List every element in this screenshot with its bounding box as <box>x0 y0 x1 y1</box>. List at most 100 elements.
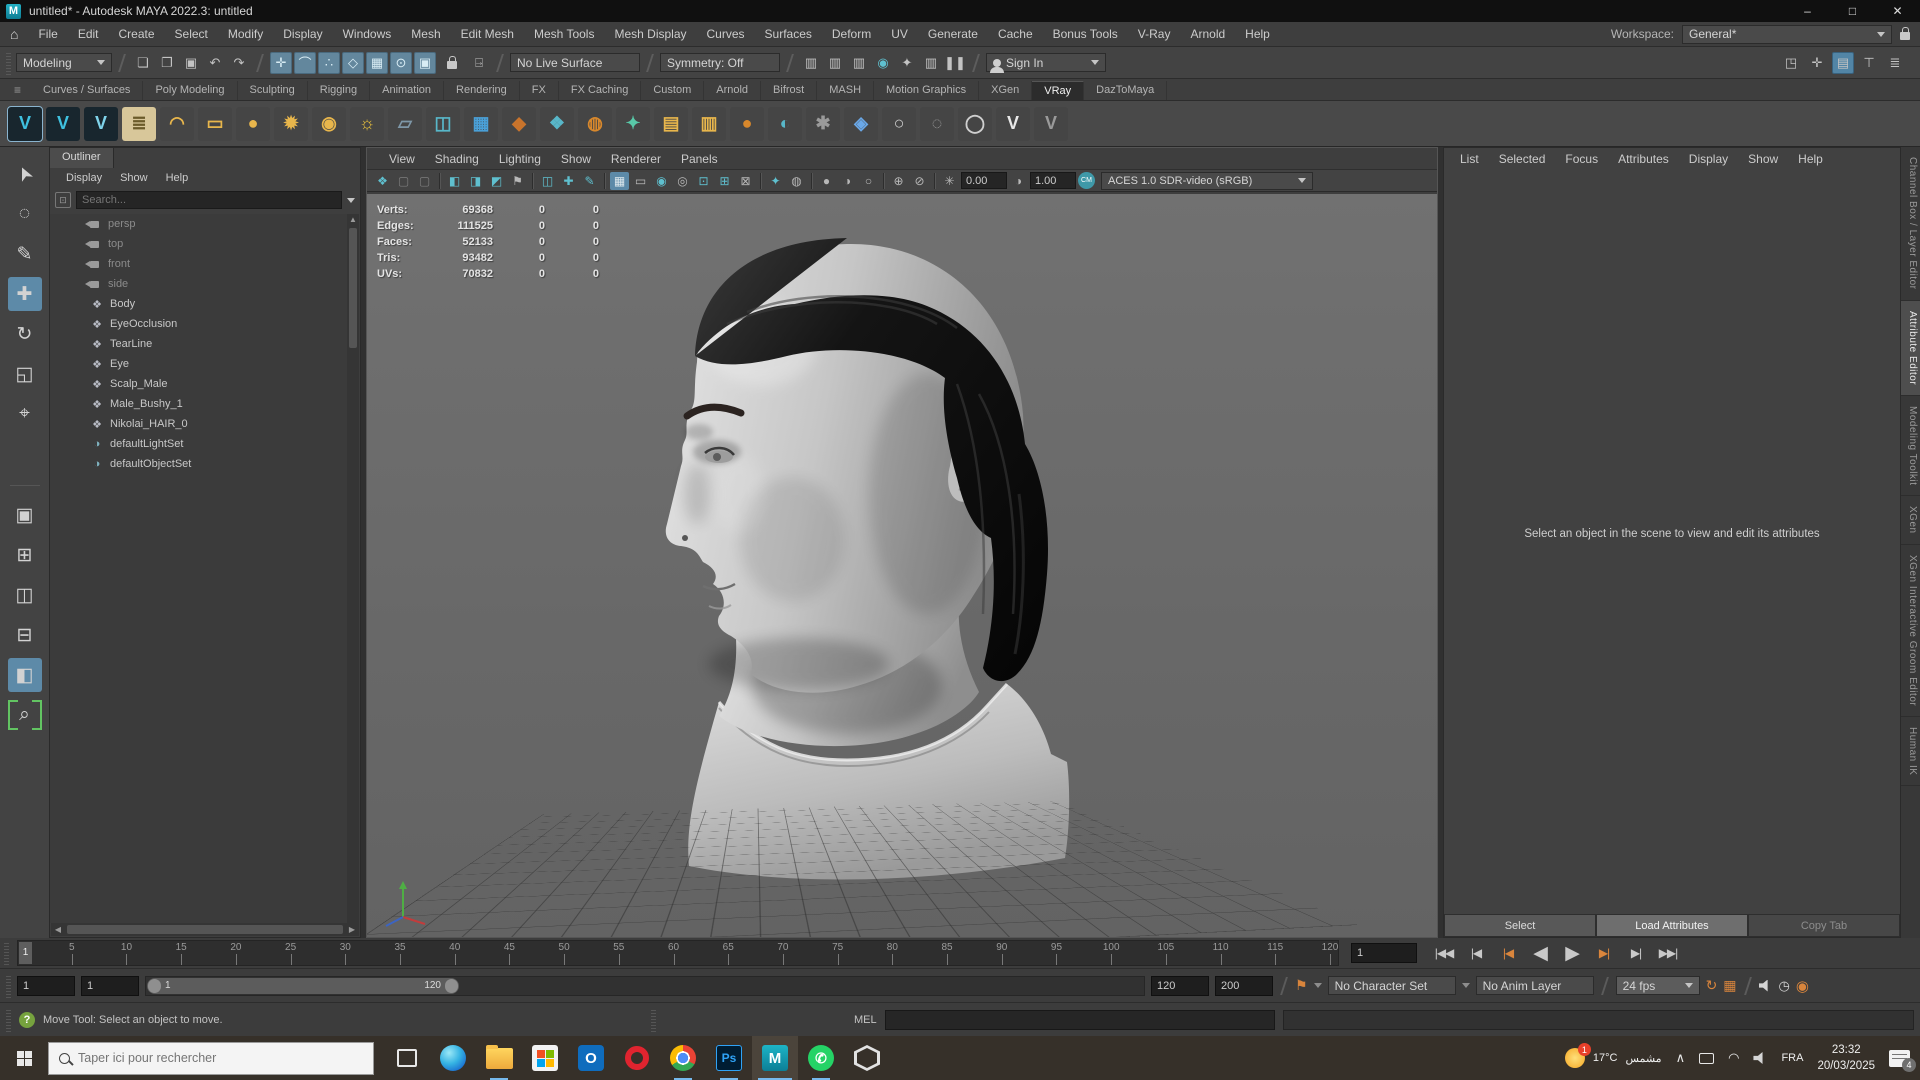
maximize-button[interactable]: □ <box>1830 0 1875 22</box>
menu-surfaces[interactable]: Surfaces <box>755 22 822 47</box>
side-tab-xgen[interactable]: XGen <box>1901 496 1920 545</box>
menu-bonus-tools[interactable]: Bonus Tools <box>1043 22 1128 47</box>
shelf-tab-motion-graphics[interactable]: Motion Graphics <box>874 81 980 100</box>
lookdev-icon[interactable]: ▢ <box>394 172 413 190</box>
vray-mesh-light-button[interactable]: ❖ <box>540 106 574 141</box>
vray-ambient-light-button[interactable]: ◉ <box>312 106 346 141</box>
safe-action-icon[interactable]: ⊞ <box>715 172 734 190</box>
multisample-icon[interactable]: ○ <box>859 172 878 190</box>
vray-subdiv-button[interactable]: ▥ <box>692 106 726 141</box>
viewport-menu-view[interactable]: View <box>379 146 425 171</box>
measure-icon[interactable]: ⊤ <box>1858 52 1880 74</box>
home-icon[interactable]: ⌂ <box>10 26 18 42</box>
attr-menu-display[interactable]: Display <box>1679 147 1738 172</box>
outliner-item-eye[interactable]: ❖ Eye <box>50 354 347 374</box>
outliner-item-nikolai-hair-0[interactable]: ❖ Nikolai_HAIR_0 <box>50 414 347 434</box>
volume-icon[interactable] <box>1753 1052 1763 1064</box>
ao-icon[interactable]: ● <box>817 172 836 190</box>
menu-modify[interactable]: Modify <box>218 22 273 47</box>
timeline-playhead[interactable]: 1 <box>19 942 32 964</box>
open-scene-icon[interactable]: ❐ <box>156 52 178 74</box>
time-editor-clip-icon[interactable]: ▦ <box>1723 977 1736 994</box>
outliner-horizontal-scrollbar[interactable]: ◀ ▶ <box>51 923 359 936</box>
shelf-tab-rigging[interactable]: Rigging <box>308 81 371 100</box>
side-tab-channel-box-layer-editor[interactable]: Channel Box / Layer Editor <box>1901 147 1920 301</box>
playback-sync-icon[interactable]: ◷ <box>1779 978 1790 994</box>
grid-toggle-icon[interactable]: ▦ <box>610 171 629 190</box>
vray-scene-button[interactable]: ▦ <box>464 106 498 141</box>
gamma-icon[interactable]: ◑ <box>1009 172 1028 190</box>
field-chart-icon[interactable]: ⊡ <box>694 172 713 190</box>
viewport-menu-show[interactable]: Show <box>551 146 601 171</box>
language-indicator[interactable]: FRA <box>1781 1052 1803 1064</box>
two-pane-stack-layout-button[interactable]: ⊟ <box>8 618 42 652</box>
single-pane-layout-button[interactable]: ▣ <box>8 498 42 532</box>
vray-infinite-plane-button[interactable]: ▱ <box>388 106 422 141</box>
render-settings-icon[interactable]: ✦ <box>896 52 918 74</box>
gamma-field[interactable] <box>1030 172 1076 189</box>
toolbar-grip[interactable] <box>6 50 11 75</box>
object-details-icon[interactable]: ◳ <box>1780 52 1802 74</box>
toolbar-grip[interactable] <box>651 1007 656 1032</box>
attr-menu-attributes[interactable]: Attributes <box>1608 147 1679 172</box>
camera-select-icon[interactable]: ◧ <box>445 172 464 190</box>
snap-to-point-icon[interactable]: ∴ <box>318 51 340 74</box>
wifi-icon[interactable]: ◠ <box>1728 1050 1739 1066</box>
minimize-button[interactable]: – <box>1785 0 1830 22</box>
step-back-frame-button[interactable]: |◀ <box>1495 946 1521 960</box>
vray-clipper-button[interactable]: ◆ <box>502 106 536 141</box>
vray-rect-light-button[interactable]: ▭ <box>198 106 232 141</box>
vray-notes-button[interactable]: ≣ <box>122 106 156 141</box>
redo-icon[interactable]: ↷ <box>228 52 250 74</box>
shelf-tab-xgen[interactable]: XGen <box>979 81 1033 100</box>
isolate-select-icon[interactable]: ⊕ <box>889 172 908 190</box>
side-tab-modeling-toolkit[interactable]: Modeling Toolkit <box>1901 396 1920 497</box>
shelf-tab-custom[interactable]: Custom <box>641 81 705 100</box>
outliner-item-persp[interactable]: persp <box>50 214 347 234</box>
hypershade-icon[interactable]: ▥ <box>920 52 942 74</box>
play-backwards-button[interactable]: ◀ <box>1527 942 1553 965</box>
mel-input-field[interactable] <box>884 1009 1275 1030</box>
viewport-panel[interactable]: View Shading Lighting Show Renderer Panels ❖ ▢… <box>366 147 1438 938</box>
shelf-tab-rendering[interactable]: Rendering <box>444 81 520 100</box>
menu-deform[interactable]: Deform <box>822 22 881 47</box>
vray-fur-button[interactable]: ✦ <box>616 106 650 141</box>
chevron-down-icon[interactable] <box>1313 983 1322 988</box>
attr-menu-show[interactable]: Show <box>1738 147 1788 172</box>
side-tab-attribute-editor[interactable]: Attribute Editor <box>1901 300 1920 396</box>
shelf-tab-mash[interactable]: MASH <box>817 81 875 100</box>
outliner-item-tearline[interactable]: ❖ TearLine <box>50 334 347 354</box>
save-scene-icon[interactable]: ▣ <box>180 52 202 74</box>
attr-menu-focus[interactable]: Focus <box>1555 147 1608 172</box>
notification-icon[interactable]: 4 <box>1889 1049 1916 1072</box>
sign-in-dropdown[interactable]: Sign In <box>986 53 1106 73</box>
menu-v-ray[interactable]: V-Ray <box>1128 22 1181 47</box>
vray-clay-button[interactable]: ● <box>730 106 764 141</box>
outliner-item-defaultlightset[interactable]: ◑ defaultLightSet <box>50 434 347 454</box>
copy-tab-button[interactable]: Copy Tab <box>1749 915 1899 936</box>
mute-audio-icon[interactable] <box>1758 979 1768 992</box>
lock-icon[interactable] <box>1900 27 1910 40</box>
grease-pencil-icon[interactable]: ✎ <box>580 172 599 190</box>
vray-sun-light-button[interactable]: ☼ <box>350 106 384 141</box>
view-transform-dropdown[interactable]: ACES 1.0 SDR-video (sRGB) <box>1101 171 1313 190</box>
highlight-selection-icon[interactable]: ⍈ <box>468 52 490 74</box>
vray-wire-sphere-button[interactable]: ◌ <box>920 106 954 141</box>
attr-menu-selected[interactable]: Selected <box>1489 147 1556 172</box>
render-current-frame-icon[interactable]: ▥ <box>824 52 846 74</box>
side-tab-human-ik[interactable]: Human IK <box>1901 717 1920 787</box>
load-attributes-button[interactable]: Load Attributes <box>1597 915 1747 936</box>
taskbar-search-input[interactable] <box>78 1051 363 1065</box>
select-button[interactable]: Select <box>1445 915 1595 936</box>
make-live-icon[interactable]: ⊙ <box>390 51 412 74</box>
character-set-dropdown[interactable]: No Character Set <box>1327 976 1456 995</box>
weather-widget[interactable]: 1 17°C مشمس <box>1564 1043 1662 1068</box>
microsoft-store-icon[interactable] <box>522 1036 568 1080</box>
fps-dropdown[interactable]: 24 fps <box>1615 976 1700 995</box>
attr-menu-list[interactable]: List <box>1450 147 1489 172</box>
outliner-item-top[interactable]: top <box>50 234 347 254</box>
viewport-menu-shading[interactable]: Shading <box>425 146 489 171</box>
edge-icon[interactable] <box>430 1036 476 1080</box>
chevron-down-icon[interactable] <box>347 197 355 203</box>
new-scene-icon[interactable]: ❏ <box>132 52 154 74</box>
